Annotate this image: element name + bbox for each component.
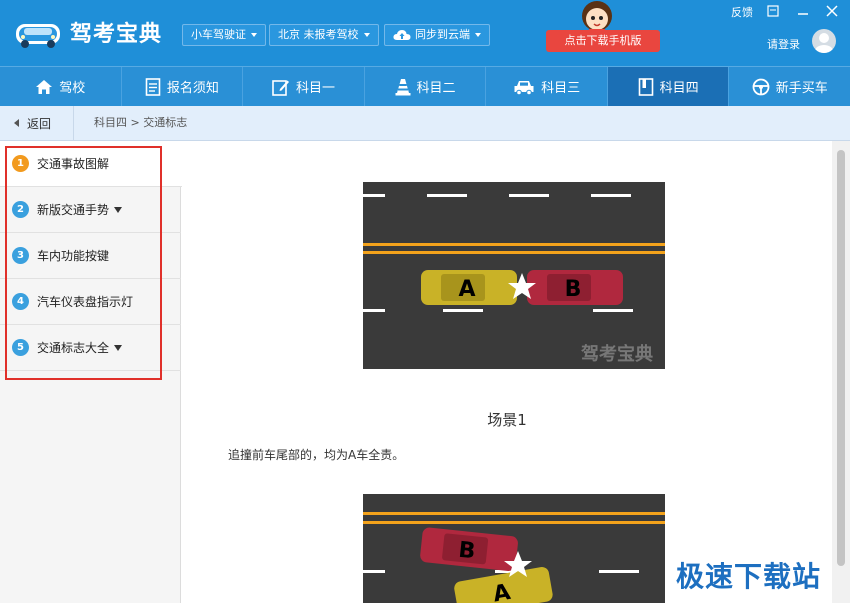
step-number: 3	[12, 247, 29, 264]
car-b-label: B	[565, 277, 582, 302]
step-number: 1	[12, 155, 29, 172]
feedback-link[interactable]: 反馈	[731, 4, 753, 20]
steering-wheel-icon	[752, 78, 770, 95]
chevron-down-icon	[475, 33, 481, 37]
sidebar-item-accident-diagrams[interactable]: 1 交通事故图解	[0, 141, 182, 187]
app-title: 驾考宝典	[70, 22, 163, 47]
sidebar-item-label: 交通事故图解	[37, 157, 110, 171]
car-logo-icon	[16, 24, 60, 48]
back-arrow-icon	[14, 119, 19, 127]
mascot-icon	[582, 1, 612, 34]
login-link[interactable]: 请登录	[767, 36, 800, 52]
scene-title: 场景1	[487, 411, 527, 429]
car-b: B	[527, 270, 623, 305]
cloud-icon	[393, 30, 411, 40]
back-label: 返回	[27, 116, 52, 131]
home-icon	[36, 79, 53, 94]
tab-subject-one[interactable]: 科目一	[243, 67, 365, 106]
sidebar: 1 交通事故图解 2 新版交通手势 3 车内功能按键 4 汽车仪表盘指示灯 5 …	[0, 141, 182, 603]
content-scrollbar[interactable]	[832, 141, 850, 603]
cloud-sync-label: 同步到云端	[415, 28, 470, 41]
image-watermark: 驾考宝典	[581, 343, 653, 365]
back-button[interactable]: 返回	[0, 106, 74, 140]
sidebar-item-label: 交通标志大全	[37, 341, 110, 355]
sidebar-item-label: 车内功能按键	[37, 249, 110, 263]
cone-icon	[395, 78, 411, 95]
chevron-down-icon	[114, 206, 123, 213]
tab-driving-school[interactable]: 驾校	[0, 67, 122, 106]
tab-subject-two[interactable]: 科目二	[365, 67, 487, 106]
content-area: A B 驾考宝典 场景1 追撞前车尾部的，均为A车全责。 B A	[182, 141, 832, 603]
accident-scene-image: A B 驾考宝典	[363, 182, 665, 369]
main-nav: 驾校 报名须知 科目一 科目二 科目三 科目四 新手买车	[0, 66, 850, 106]
step-number: 5	[12, 339, 29, 356]
car-b-label: B	[457, 538, 476, 565]
license-type-label: 小车驾驶证	[191, 28, 246, 41]
car-a: A	[421, 270, 517, 305]
car-icon	[514, 80, 534, 95]
minimize-icon[interactable]	[797, 5, 809, 17]
book-icon	[638, 77, 653, 96]
tab-label: 报名须知	[166, 81, 219, 96]
sidebar-item-label: 新版交通手势	[37, 203, 110, 217]
sidebar-item-car-buttons[interactable]: 3 车内功能按键	[0, 233, 181, 279]
tab-label: 科目三	[541, 81, 581, 96]
step-number: 2	[12, 201, 29, 218]
scrollbar-thumb[interactable]	[837, 150, 845, 566]
sidebar-item-dashboard-lights[interactable]: 4 汽车仪表盘指示灯	[0, 279, 181, 325]
chevron-down-icon	[363, 33, 370, 37]
document-icon	[145, 77, 161, 96]
tab-subject-three[interactable]: 科目三	[486, 67, 608, 106]
step-number: 4	[12, 293, 29, 310]
accident-scene-image-2: B A	[363, 494, 665, 603]
tab-label: 新手买车	[775, 81, 828, 96]
avatar[interactable]	[812, 29, 836, 53]
breadcrumb: 科目四 > 交通标志	[94, 116, 188, 129]
tab-label: 驾校	[59, 81, 86, 96]
breadcrumb-bar: 返回 科目四 > 交通标志	[0, 106, 850, 141]
location-dropdown[interactable]: 北京 未报考驾校	[269, 24, 379, 46]
sidebar-item-traffic-signs[interactable]: 5 交通标志大全	[0, 325, 181, 371]
close-icon[interactable]	[826, 5, 838, 17]
tab-buy-car[interactable]: 新手买车	[729, 67, 850, 106]
tab-label: 科目四	[659, 81, 699, 96]
car-a-label: A	[458, 277, 475, 302]
download-mobile-button[interactable]: 点击下载手机版	[546, 30, 660, 52]
app-logo: 驾考宝典	[14, 14, 162, 50]
tab-registration[interactable]: 报名须知	[122, 67, 244, 106]
site-watermark: 极速下载站	[676, 560, 822, 593]
tab-label: 科目二	[416, 81, 456, 96]
sidebar-item-traffic-gestures[interactable]: 2 新版交通手势	[0, 187, 181, 233]
scene-description: 追撞前车尾部的，均为A车全责。	[228, 448, 405, 462]
license-type-dropdown[interactable]: 小车驾驶证	[182, 24, 266, 46]
skin-icon[interactable]	[767, 5, 779, 17]
sidebar-item-label: 汽车仪表盘指示灯	[37, 295, 134, 309]
chevron-down-icon	[251, 33, 257, 37]
title-bar: 驾考宝典 小车驾驶证 北京 未报考驾校 同步到云端 点击下载手机版 反馈 请登录	[0, 0, 850, 66]
tab-subject-four[interactable]: 科目四	[607, 67, 730, 106]
tab-label: 科目一	[295, 81, 335, 96]
location-label: 北京 未报考驾校	[278, 28, 359, 41]
edit-icon	[272, 79, 289, 96]
cloud-sync-dropdown[interactable]: 同步到云端	[384, 24, 490, 46]
user-icon	[815, 33, 833, 53]
chevron-down-icon	[114, 344, 123, 351]
